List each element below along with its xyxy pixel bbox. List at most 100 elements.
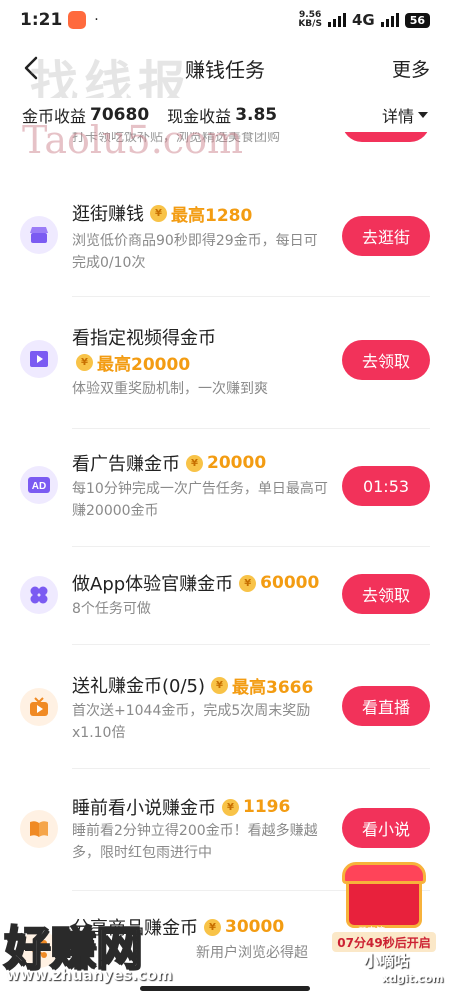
task-item-gift: 送礼赚金币(0/5) ¥ 最高3666 首次送+1044金币，完成5次周末奖励x1…	[0, 670, 450, 780]
net-speed: 9.56 KB/S	[298, 11, 322, 29]
task-title-line: 睡前看小说赚金币 ¥1196	[72, 794, 290, 820]
task-desc: 浏览低价商品90秒即得29金币，每日可完成0/10次	[72, 233, 318, 271]
battery-icon: 56	[404, 12, 430, 28]
read-novel-button[interactable]: 看小说	[342, 808, 430, 848]
page-title: 赚钱任务	[185, 57, 265, 82]
task-title: 看指定视频得金币	[72, 328, 216, 349]
divider	[72, 644, 430, 645]
task-icon-wrap	[20, 930, 58, 968]
svg-text:AD: AD	[32, 481, 46, 492]
share-icon	[31, 940, 47, 958]
treasure-chest-widget[interactable]: 开宝箱 07分49秒后开启 小嘀咕	[332, 862, 436, 972]
task-desc: 睡前看2分钟立得200金币！看越多赚越多，限时红包雨进行中	[72, 823, 318, 861]
task-desc: 体验双重奖励机制，一次赚到爽	[72, 381, 268, 397]
task-reward: ¥60000	[239, 573, 319, 593]
coin-icon: ¥	[239, 574, 257, 592]
task-title-line: 逛街赚钱 ¥ 最高1280	[72, 200, 252, 226]
task-icon-wrap	[20, 688, 58, 726]
status-time: 1:21	[20, 10, 63, 30]
home-indicator[interactable]	[140, 986, 310, 991]
watermark-url-left: www.zhuanyes.com	[6, 966, 173, 984]
apps-clover-icon	[30, 586, 48, 604]
task-reward-value: 最高20000	[97, 355, 191, 375]
task-desc: 每10分钟完成一次广告任务，单日最高可赚20000金币	[72, 481, 328, 519]
task-title: 睡前看小说赚金币	[72, 798, 216, 819]
task-item-shopping: 逛街赚钱 ¥ 最高1280 浏览低价商品90秒即得29金币，每日可完成0/10次 …	[0, 196, 450, 306]
task-item-ads: AD 看广告赚金币 ¥20000 每10分钟完成一次广告任务，单日最高可赚200…	[0, 446, 450, 556]
network-type: 4G	[351, 11, 375, 29]
book-icon	[30, 821, 48, 837]
divider	[72, 546, 430, 547]
task-reward-value: 30000	[225, 917, 285, 937]
task-reward: ¥1196	[222, 797, 290, 817]
task-title: 看广告赚金币	[72, 454, 180, 475]
task-reward-value: 20000	[207, 453, 267, 473]
shop-icon	[30, 227, 48, 243]
go-shopping-button[interactable]: 去逛街	[342, 216, 430, 256]
task-title-line: 看广告赚金币 ¥20000	[72, 450, 266, 476]
tv-live-icon	[30, 697, 48, 716]
net-speed-unit: KB/S	[298, 19, 322, 29]
status-bar: 1:21 · 9.56 KB/S 4G 56	[0, 0, 450, 40]
task-icon-wrap	[20, 340, 58, 378]
ad-countdown-button[interactable]: 01:53	[342, 466, 430, 506]
claim-button[interactable]: 去领取	[342, 340, 430, 380]
coin-icon: ¥	[76, 354, 93, 371]
divider	[72, 768, 430, 769]
wifi-signal-icon	[327, 13, 346, 27]
coin-icon: ¥	[150, 204, 167, 222]
task-reward: ¥20000	[186, 453, 266, 473]
treasure-timer: 07分49秒后开启	[332, 932, 436, 952]
status-dot: ·	[94, 12, 99, 28]
coin-earnings-label: 金币收益	[22, 107, 87, 126]
treasure-label: 小嘀咕	[364, 952, 410, 970]
coin-icon: ¥	[222, 798, 239, 816]
status-right: 9.56 KB/S 4G 56	[298, 11, 430, 29]
task-title-line: 看指定视频得金币	[72, 324, 216, 350]
task-title: 分享商品赚金币	[72, 918, 198, 939]
coin-icon: ¥	[186, 454, 203, 472]
coin-icon: ¥	[211, 676, 229, 694]
task-item-video: 看指定视频得金币 ¥ 最高20000 体验双重奖励机制，一次赚到爽 去领取	[0, 320, 450, 440]
task-title: 送礼赚金币(0/5)	[72, 676, 206, 697]
divider	[72, 296, 430, 297]
treasure-chest-lid	[342, 862, 426, 884]
task-reward-value: 最高1280	[171, 205, 253, 226]
video-play-icon	[30, 351, 48, 367]
task-reward-value: 60000	[260, 573, 320, 593]
nav-bar: 赚钱任务 更多	[0, 40, 450, 96]
task-item-app-tester: 做App体验官赚金币 ¥60000 8个任务可做 去领取	[0, 568, 450, 658]
task-title-line: 分享商品赚金币 ¥30000	[72, 914, 284, 940]
more-button[interactable]: 更多	[392, 55, 430, 82]
task-reward-value: 最高3666	[232, 677, 314, 698]
task-desc: 8个任务可做	[72, 601, 151, 617]
claim-button[interactable]: 去领取	[342, 574, 430, 614]
details-dropdown[interactable]: 详情	[382, 103, 428, 127]
task-title: 逛街赚钱	[72, 204, 144, 225]
earnings-bar: 金币收益 70680 现金收益 3.85 详情	[0, 98, 450, 132]
details-label: 详情	[381, 107, 414, 126]
task-reward-value: 1196	[243, 797, 291, 817]
cell-signal-icon	[380, 13, 399, 27]
task-icon-wrap	[20, 810, 58, 848]
watermark-url-right: xdgit.com	[382, 972, 444, 985]
app-notification-icon	[68, 11, 87, 29]
task-title: 做App体验官赚金币	[72, 574, 234, 595]
divider	[72, 428, 430, 429]
task-reward: ¥ 最高20000	[76, 350, 190, 375]
task-icon-wrap	[20, 576, 58, 614]
task-reward: ¥ 最高3666	[211, 673, 313, 698]
cash-earnings-label: 现金收益	[167, 107, 232, 126]
caret-down-icon	[418, 112, 428, 118]
task-reward: ¥ 最高1280	[150, 201, 252, 226]
watch-live-button[interactable]: 看直播	[342, 686, 430, 726]
task-title-line: 送礼赚金币(0/5) ¥ 最高3666	[72, 672, 313, 698]
task-desc: 首次送+1044金币，完成5次周末奖励x1.10倍	[72, 703, 311, 741]
coin-icon: ¥	[204, 918, 221, 936]
task-reward: ¥30000	[204, 917, 284, 937]
ad-icon: AD	[28, 477, 50, 493]
task-icon-wrap: AD	[20, 466, 58, 504]
task-desc: 新用户浏览必得超	[196, 945, 308, 961]
task-title-line: 做App体验官赚金币 ¥60000	[72, 570, 319, 596]
task-icon-wrap	[20, 216, 58, 254]
